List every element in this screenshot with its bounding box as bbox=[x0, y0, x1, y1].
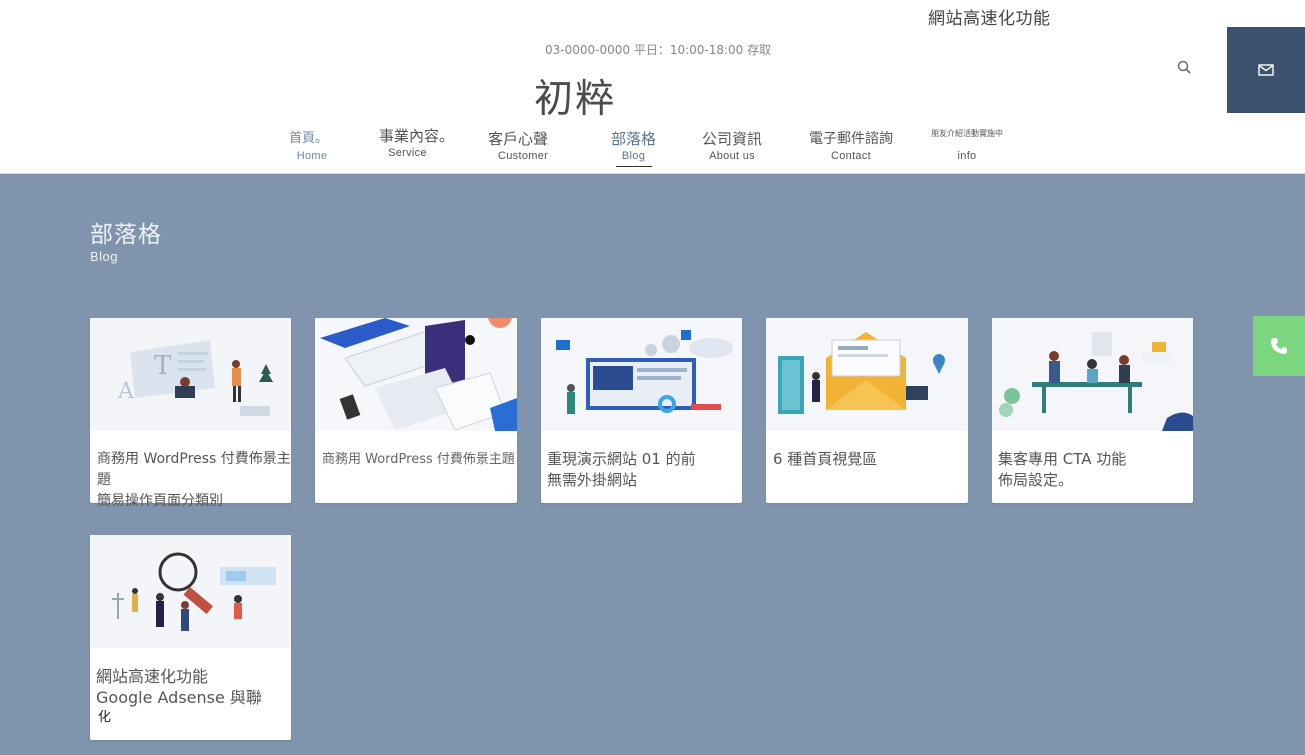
search-icon[interactable] bbox=[1175, 58, 1195, 78]
nav-item-label: 公司資訊 bbox=[702, 130, 763, 148]
nav-item-label: 事業內容。 bbox=[379, 127, 455, 145]
nav-item-blog[interactable]: 部落格 Blog bbox=[611, 128, 656, 167]
card-title-text: 網站高速化功能 Google Adsense 與聯 bbox=[96, 667, 262, 707]
nav-item-about[interactable]: 公司資訊 About us bbox=[702, 128, 762, 162]
nav-item-sublabel: Home bbox=[296, 150, 328, 162]
contact-info-text: 03-0000-0000 平日：10:00-18:00 存取 bbox=[545, 43, 772, 57]
nav-item-sublabel: Blog bbox=[621, 150, 646, 162]
nav-item-sublabel: Service bbox=[388, 147, 427, 159]
card-thumbnail bbox=[90, 535, 291, 648]
mail-button[interactable] bbox=[1227, 27, 1305, 113]
blog-card[interactable]: 重現演示網站 01 的前 無需外掛網站 bbox=[541, 318, 742, 503]
card-title: 6 種首頁視覺區 bbox=[773, 449, 978, 470]
card-thumbnail bbox=[315, 318, 517, 431]
card-title: 網站高速化功能 Google Adsense 與聯 bbox=[96, 666, 301, 708]
card-title-extra: 化 bbox=[98, 710, 112, 725]
nav-item-label: 客戶心聲 bbox=[488, 130, 549, 148]
nav-item-service[interactable]: 事業內容。 Service bbox=[379, 125, 454, 159]
card-title: 商務用 WordPress 付費佈景主題 簡易操作頁面分類別 bbox=[97, 449, 302, 512]
nav-item-label: 首頁。 bbox=[289, 131, 329, 146]
nav-item-label: 電子郵件諮詢 bbox=[809, 131, 893, 147]
page-title-en: Blog bbox=[90, 249, 119, 264]
card-title-text: 商務用 WordPress 付費佈景主題 bbox=[322, 452, 515, 467]
nav-item-customer[interactable]: 客戶心聲 Customer bbox=[488, 128, 548, 162]
card-title: 重現演示網站 01 的前 無需外掛網站 bbox=[547, 449, 752, 491]
blog-card[interactable]: 商務用 WordPress 付費佈景主題 bbox=[315, 318, 517, 503]
phone-button[interactable] bbox=[1253, 316, 1305, 376]
nav-item-sublabel: About us bbox=[709, 150, 755, 162]
nav-item-sublabel: info bbox=[957, 150, 977, 162]
svg-text:A: A bbox=[117, 379, 135, 404]
nav-item-contact[interactable]: 電子郵件諮詢 Contact bbox=[809, 128, 893, 162]
top-banner-text[interactable]: 網站高速化功能 bbox=[928, 4, 1051, 29]
site-logo[interactable]: 初粹 bbox=[534, 68, 616, 124]
nav-item-label: 部落格 bbox=[611, 130, 657, 148]
main-nav: 首頁。 Home 事業內容。 Service 客戶心聲 Customer 部落格… bbox=[0, 125, 1305, 168]
card-thumbnail bbox=[541, 318, 742, 431]
active-indicator bbox=[615, 166, 652, 167]
blog-card[interactable]: 集客專用 CTA 功能 佈局設定。 bbox=[992, 318, 1193, 503]
blog-card[interactable]: 網站高速化功能 Google Adsense 與聯 化 bbox=[90, 535, 291, 740]
card-title: 商務用 WordPress 付費佈景主題 bbox=[322, 449, 527, 470]
card-title-text: 集客專用 CTA 功能 佈局設定。 bbox=[998, 450, 1127, 489]
card-thumbnail bbox=[766, 318, 968, 431]
blog-card[interactable]: 6 種首頁視覺區 bbox=[766, 318, 968, 503]
nav-item-sublabel: Contact bbox=[830, 150, 871, 162]
mail-icon bbox=[1258, 64, 1274, 76]
nav-item-info[interactable]: 朋友介紹活動實施中 info bbox=[931, 128, 1003, 162]
card-title-text: 重現演示網站 01 的前 無需外掛網站 bbox=[547, 450, 696, 489]
nav-item-label: 朋友介紹活動實施中 bbox=[931, 129, 1003, 138]
card-thumbnail bbox=[992, 318, 1193, 431]
card-title-text: 6 種首頁視覺區 bbox=[773, 450, 878, 468]
nav-item-sublabel: Customer bbox=[498, 150, 549, 162]
svg-text:T: T bbox=[154, 351, 172, 381]
nav-item-home[interactable]: 首頁。 Home bbox=[289, 128, 328, 162]
page-title: 部落格 Blog bbox=[90, 220, 162, 264]
card-title: 集客專用 CTA 功能 佈局設定。 bbox=[998, 449, 1203, 491]
blog-card[interactable]: T A 商務用 WordPress 付費佈景主題 簡易操作頁面分類別 bbox=[90, 318, 291, 509]
phone-icon bbox=[1271, 338, 1287, 354]
page-title-zh: 部落格 bbox=[90, 222, 162, 248]
card-title-text: 商務用 WordPress 付費佈景主題 簡易操作頁面分類別 bbox=[97, 451, 291, 509]
site-header: 網站高速化功能 03-0000-0000 平日：10:00-18:00 存取 初… bbox=[0, 0, 1305, 174]
card-thumbnail: T A bbox=[90, 318, 291, 431]
